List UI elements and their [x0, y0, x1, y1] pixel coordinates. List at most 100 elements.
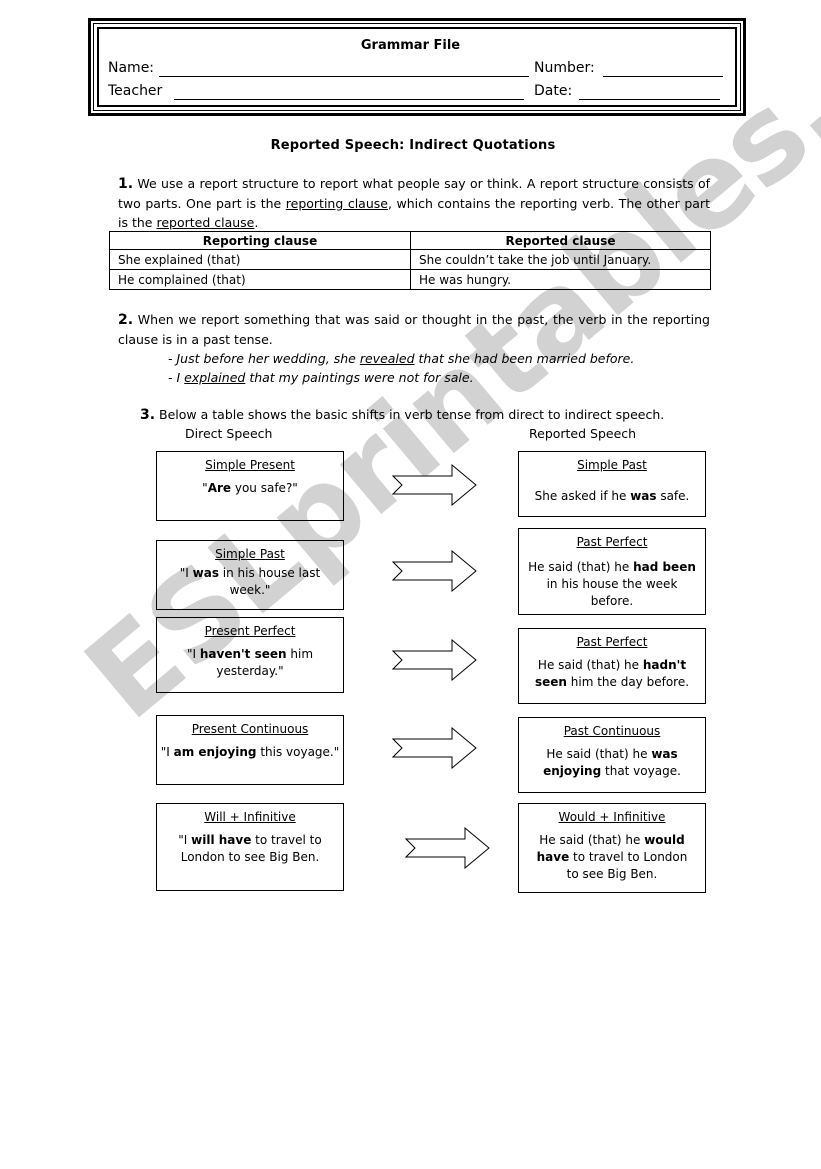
reported-speech-label: Reported Speech [529, 426, 637, 441]
tense-title: Past Perfect [576, 535, 648, 549]
date-field[interactable] [579, 99, 720, 100]
number-field[interactable] [603, 76, 723, 77]
arrow-right-icon [392, 550, 477, 592]
direct-box-simple-past: Simple Past "I was in his house last wee… [156, 540, 344, 610]
bold-verb: was [630, 489, 657, 503]
section-2-text: When we report something that was said o… [118, 312, 710, 347]
arrow-right-icon [392, 464, 477, 506]
table-row: He complained (that) He was hungry. [109, 269, 711, 290]
direct-speech-label: Direct Speech [185, 426, 273, 441]
reported-box-simple-past: Simple Past She asked if he was safe. [518, 451, 706, 517]
example-quote: "I was in his house last week." [157, 565, 343, 599]
tense-title: Present Continuous [191, 722, 309, 736]
reported-box-would-infinitive: Would + Infinitive He said (that) he wou… [518, 803, 706, 893]
teacher-label: Teacher [108, 83, 163, 99]
reported-box-past-perfect: Past Perfect He said (that) he had been … [518, 528, 706, 615]
bold-verb: haven't seen [199, 647, 287, 661]
term-reported-clause: reported clause [156, 215, 255, 230]
date-label: Date: [534, 83, 573, 99]
example-sentence: He said (that) he would have to travel t… [519, 832, 705, 883]
text: "I [160, 745, 174, 759]
section-1-paragraph: 1. We use a report structure to report w… [118, 174, 710, 232]
example-text: - I [168, 370, 185, 385]
document-title: Reported Speech: Indirect Quotations [270, 138, 556, 153]
bold-verb: Are [207, 481, 232, 495]
table-cell: She explained (that) [109, 249, 411, 270]
text: "I [186, 647, 200, 661]
section-2-paragraph: 2. When we report something that was sai… [118, 310, 710, 349]
text: He said (that) he [539, 833, 645, 847]
table-header: Reported clause [410, 231, 711, 250]
text: He said (that) he [537, 658, 643, 672]
example-verb: explained [184, 370, 246, 385]
example-sentence: - I explained that my paintings were not… [168, 368, 474, 387]
text: that voyage. [601, 764, 681, 778]
bold-verb: was [192, 566, 219, 580]
table-cell: He complained (that) [109, 269, 411, 290]
arrow-right-icon [392, 727, 477, 769]
text: in his house the week before. [546, 577, 678, 608]
text: He said (that) he [528, 560, 634, 574]
reported-box-past-continuous: Past Continuous He said (that) he was en… [518, 717, 706, 793]
table-cell: She couldn’t take the job until January. [410, 249, 711, 270]
section-1-number: 1. [118, 176, 134, 192]
bold-verb: will have [191, 833, 252, 847]
text: in his house last week." [218, 566, 321, 597]
direct-box-will-infinitive: Will + Infinitive "I will have to travel… [156, 803, 344, 891]
arrow-right-icon [405, 827, 490, 869]
teacher-field[interactable] [174, 99, 524, 100]
example-quote: "I haven't seen him yesterday." [157, 646, 343, 680]
table-header: Reporting clause [109, 231, 411, 250]
arrow-right-icon [392, 639, 477, 681]
tense-title: Would + Infinitive [558, 810, 666, 824]
example-text: that she had been married before. [414, 351, 635, 366]
text: safe. [656, 489, 690, 503]
tense-title: Past Continuous [563, 724, 661, 738]
text: "I [178, 833, 192, 847]
text: She asked if he [534, 489, 631, 503]
text: you safe?" [231, 481, 298, 495]
direct-box-simple-present: Simple Present "Are you safe?" [156, 451, 344, 521]
tense-title: Simple Past [215, 547, 285, 561]
table-header-row: Reporting clause Reported clause [109, 231, 711, 250]
term-reporting-clause: reporting clause [285, 196, 388, 211]
example-sentence: He said (that) he was enjoying that voya… [519, 746, 705, 780]
bold-verb: had been [633, 560, 696, 574]
number-label: Number: [534, 60, 595, 76]
section-1-text-end: . [254, 215, 259, 230]
table-row: She explained (that) She couldn’t take t… [109, 249, 711, 270]
example-quote: "Are you safe?" [157, 480, 343, 497]
example-quote: "I am enjoying this voyage." [157, 744, 343, 761]
direct-box-present-perfect: Present Perfect "I haven't seen him yest… [156, 617, 344, 693]
section-3-text: Below a table shows the basic shifts in … [155, 407, 665, 422]
section-2-number: 2. [118, 312, 134, 328]
example-verb: revealed [359, 351, 415, 366]
example-quote: "I will have to travel to London to see … [157, 832, 343, 866]
example-text: that my paintings were not for sale. [245, 370, 474, 385]
name-label: Name: [108, 60, 155, 76]
example-sentence: He said (that) he hadn't seen him the da… [519, 657, 705, 691]
clause-table: Reporting clause Reported clause She exp… [109, 231, 711, 290]
section-3-paragraph: 3. Below a table shows the basic shifts … [140, 407, 664, 423]
tense-title: Present Perfect [204, 624, 296, 638]
section-3-number: 3. [140, 407, 156, 423]
tense-title: Past Perfect [576, 635, 648, 649]
example-text: - Just before her wedding, she [168, 351, 360, 366]
tense-title: Simple Present [205, 458, 295, 472]
reported-box-past-perfect: Past Perfect He said (that) he hadn't se… [518, 628, 706, 704]
text: this voyage." [256, 745, 340, 759]
bold-verb: am enjoying [173, 745, 257, 759]
direct-box-present-continuous: Present Continuous "I am enjoying this v… [156, 715, 344, 785]
example-sentence: She asked if he was safe. [519, 488, 705, 505]
text: "I [179, 566, 193, 580]
header-title: Grammar File [360, 38, 461, 53]
name-field[interactable] [159, 76, 529, 77]
text: to travel to London to see Big Ben. [566, 850, 688, 881]
text: him the day before. [566, 675, 690, 689]
tense-title: Simple Past [577, 458, 647, 472]
example-sentence: - Just before her wedding, she revealed … [168, 349, 634, 368]
text: He said (that) he [546, 747, 652, 761]
table-cell: He was hungry. [410, 269, 711, 290]
example-sentence: He said (that) he had been in his house … [519, 559, 705, 610]
tense-title: Will + Infinitive [204, 810, 296, 824]
